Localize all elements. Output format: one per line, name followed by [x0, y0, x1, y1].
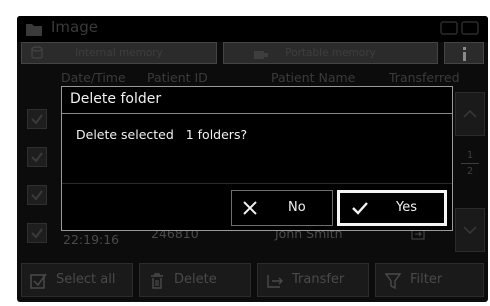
no-label: No [288, 200, 306, 215]
filter-label: Filter [410, 272, 443, 287]
column-patient-name: Patient Name [271, 70, 356, 85]
dialog-divider [62, 183, 452, 184]
folder-icon [26, 24, 42, 36]
transfer-label: Transfer [292, 272, 345, 287]
close-icon [243, 201, 257, 215]
column-transferred: Transferred [389, 70, 460, 85]
checkmark-icon [31, 228, 43, 239]
checkmark-icon [352, 202, 368, 215]
yes-label: Yes [396, 200, 417, 215]
tab-portable-memory[interactable]: Portable memory [223, 42, 438, 64]
delete-folder-dialog: Delete folder Delete selected 1 folders?… [61, 86, 453, 231]
chevron-down-icon [463, 226, 477, 235]
row-checkbox[interactable] [27, 223, 47, 243]
transfer-icon [267, 275, 283, 288]
scrollbar: 1 2 [455, 92, 485, 252]
tab-label: Portable memory [285, 47, 376, 59]
chevron-up-icon [463, 109, 477, 118]
row-time: 22:19:16 [63, 232, 120, 247]
checkbox-icon [30, 273, 47, 289]
row-checkbox[interactable] [27, 109, 47, 129]
device-frame: Image Internal memory Portable memory Da… [17, 16, 488, 302]
dialog-message: Delete selected 1 folders? [76, 127, 248, 142]
page-divider [461, 163, 479, 164]
title-bar: Image [17, 16, 488, 42]
transfer-button[interactable]: Transfer [257, 263, 369, 297]
scroll-up-button[interactable] [455, 92, 485, 136]
no-button[interactable]: No [231, 190, 333, 226]
tab-info[interactable] [444, 42, 484, 64]
column-patient-id: Patient ID [147, 70, 208, 85]
tab-label: Internal memory [75, 47, 163, 59]
checkmark-icon [31, 152, 43, 163]
page-indicator: 1 2 [455, 150, 485, 177]
window-title: Image [51, 18, 98, 36]
tab-bar: Internal memory Portable memory [17, 42, 488, 64]
info-icon [463, 47, 466, 61]
row-checkbox[interactable] [27, 147, 47, 167]
filter-button[interactable]: Filter [375, 263, 484, 297]
select-all-label: Select all [56, 272, 116, 287]
dialog-divider [62, 113, 452, 114]
select-all-button[interactable]: Select all [21, 263, 133, 297]
delete-label: Delete [174, 272, 217, 287]
checkmark-icon [31, 190, 43, 201]
scroll-down-button[interactable] [455, 208, 485, 252]
status-icons [440, 21, 479, 35]
tab-internal-memory[interactable]: Internal memory [21, 42, 217, 64]
row-checkbox[interactable] [27, 185, 47, 205]
delete-button[interactable]: Delete [139, 263, 251, 297]
bottom-toolbar: Select all Delete Transfer Filter [17, 260, 488, 302]
column-date-time: Date/Time [61, 70, 126, 85]
checkmark-icon [31, 114, 43, 125]
dialog-title: Delete folder [70, 91, 162, 107]
image-screen: Image Internal memory Portable memory Da… [17, 16, 488, 302]
page-current: 1 [466, 150, 474, 161]
page-total: 2 [466, 166, 474, 177]
filter-icon [384, 273, 402, 290]
trash-icon [151, 273, 163, 289]
yes-button[interactable]: Yes [337, 190, 447, 226]
